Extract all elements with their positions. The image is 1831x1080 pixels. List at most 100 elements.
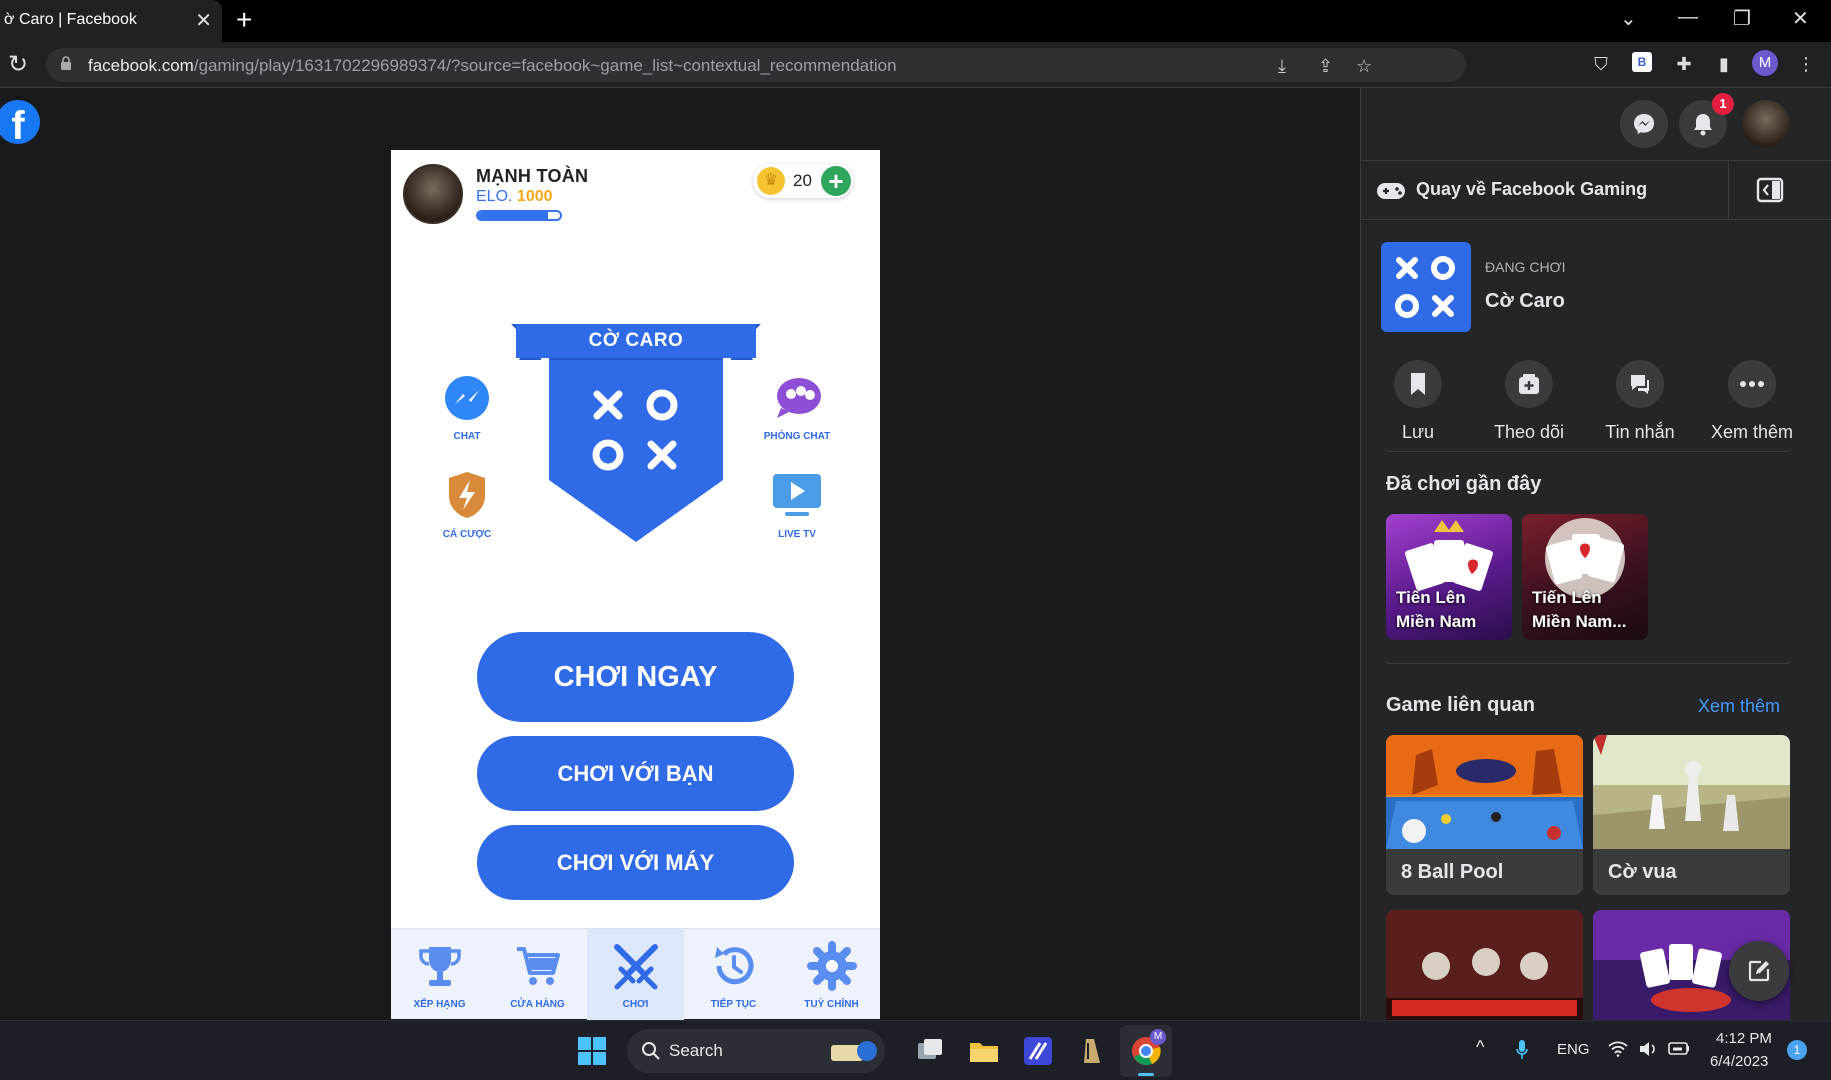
volume-icon[interactable] bbox=[1638, 1040, 1658, 1058]
install-icon[interactable]: ⤓ bbox=[1278, 56, 1286, 77]
omnibox[interactable]: facebook.com/gaming/play/163170229698937… bbox=[46, 48, 1466, 82]
vscode-like-icon[interactable] bbox=[1022, 1035, 1054, 1067]
chrome-profile-badge: M bbox=[1150, 1029, 1166, 1045]
collapse-panel-icon[interactable] bbox=[1756, 177, 1784, 203]
message-button[interactable]: Tin nhắn bbox=[1585, 360, 1695, 443]
browser-tab-bar: ờ Caro | Facebook ✕ + ⌄ — ❐ ✕ bbox=[0, 0, 1831, 42]
search-highlight-icon bbox=[831, 1041, 877, 1061]
add-coins-button[interactable]: + bbox=[821, 166, 851, 196]
recent-game-card[interactable]: Tiến Lên Miền Nam... bbox=[1522, 514, 1648, 640]
cart-icon bbox=[517, 947, 560, 985]
task-view-icon[interactable] bbox=[914, 1035, 946, 1067]
compose-icon bbox=[1748, 960, 1770, 982]
restore-icon[interactable]: ❐ bbox=[1733, 6, 1751, 31]
chat-button[interactable]: CHAT bbox=[427, 374, 507, 442]
nav-shop[interactable]: CỬA HÀNG bbox=[489, 929, 586, 1020]
related-game-card[interactable]: 8 Ball Pool bbox=[1386, 735, 1583, 895]
nav-label: XẾP HẠNG bbox=[413, 999, 466, 1010]
related-game-card[interactable]: Cờ vua bbox=[1593, 735, 1790, 895]
see-more-label: Xem thêm bbox=[1710, 422, 1794, 442]
gear-icon bbox=[807, 941, 857, 991]
elo-rating: ELO. 1000 bbox=[476, 188, 553, 205]
battery-icon[interactable] bbox=[1668, 1041, 1690, 1055]
menu-icon[interactable]: ⋮ bbox=[1794, 52, 1818, 76]
bookmark-icon bbox=[1411, 373, 1425, 395]
file-explorer-icon[interactable] bbox=[968, 1035, 1000, 1067]
account-avatar[interactable] bbox=[1742, 100, 1790, 148]
follow-button[interactable]: Theo dõi bbox=[1474, 360, 1584, 443]
tab-search-icon[interactable]: ⌄ bbox=[1620, 6, 1637, 31]
league-icon[interactable] bbox=[1076, 1035, 1108, 1067]
now-playing-title: Cờ Caro bbox=[1485, 290, 1565, 312]
share-icon[interactable]: ⇪ bbox=[1318, 56, 1333, 77]
messenger-button[interactable] bbox=[1620, 100, 1668, 148]
facebook-logo[interactable]: f bbox=[0, 100, 40, 144]
lightning-shield-icon bbox=[449, 472, 485, 518]
side-panel-icon[interactable]: ▮ bbox=[1712, 52, 1736, 76]
related-game-title: Cờ vua bbox=[1608, 861, 1677, 883]
gamepad-icon bbox=[1377, 183, 1405, 199]
notification-badge: 1 bbox=[1712, 93, 1734, 115]
divider bbox=[1386, 451, 1790, 452]
related-game-title: 8 Ball Pool bbox=[1401, 861, 1504, 883]
shield-extension-icon[interactable]: ⛉ bbox=[1589, 52, 1613, 76]
elo-progress-bar bbox=[476, 210, 562, 221]
back-label: Quay về Facebook Gaming bbox=[1416, 179, 1648, 199]
related-game-card[interactable] bbox=[1386, 910, 1583, 1020]
bell-icon bbox=[1694, 114, 1712, 136]
bookmark-star-icon[interactable]: ☆ bbox=[1356, 56, 1372, 77]
profile-avatar[interactable]: M bbox=[1752, 50, 1778, 76]
back-to-gaming-row[interactable]: Quay về Facebook Gaming bbox=[1360, 160, 1831, 220]
related-see-more-link[interactable]: Xem thêm bbox=[1698, 696, 1780, 717]
message-label: Tin nhắn bbox=[1605, 422, 1675, 442]
tab-close-icon[interactable]: ✕ bbox=[195, 8, 212, 33]
banner-ribbon: CỜ CARO bbox=[516, 324, 756, 358]
live-tv-button[interactable]: LIVE TV bbox=[757, 470, 837, 540]
nav-continue[interactable]: TIẾP TỤC bbox=[685, 929, 782, 1020]
browser-tab[interactable]: ờ Caro | Facebook ✕ bbox=[0, 0, 222, 42]
save-button[interactable]: Lưu bbox=[1363, 360, 1473, 443]
save-label: Lưu bbox=[1401, 422, 1435, 442]
url-text[interactable]: facebook.com/gaming/play/163170229698937… bbox=[88, 56, 897, 76]
see-more-button[interactable]: Xem thêm bbox=[1697, 360, 1807, 443]
live-tv-label: LIVE TV bbox=[778, 529, 816, 540]
close-window-icon[interactable]: ✕ bbox=[1792, 6, 1809, 31]
game-thumbnail[interactable] bbox=[1381, 242, 1471, 332]
tv-play-icon bbox=[773, 474, 821, 516]
compose-button[interactable] bbox=[1729, 941, 1789, 1001]
betting-button[interactable]: CÁ CƯỢC bbox=[427, 470, 507, 540]
minimize-icon[interactable]: — bbox=[1678, 6, 1698, 29]
nav-play[interactable]: CHƠI bbox=[587, 929, 684, 1020]
play-now-button[interactable]: CHƠI NGAY bbox=[477, 632, 794, 722]
new-tab-button[interactable]: + bbox=[236, 4, 252, 36]
tray-chevron-icon[interactable]: ^ bbox=[1476, 1037, 1484, 1058]
windows-taskbar: Search M ^ ENG 4:12 PM 6/4/2023 bbox=[0, 1020, 1831, 1080]
play-with-bot-button[interactable]: CHƠI VỚI MÁY bbox=[477, 825, 794, 900]
lock-icon[interactable] bbox=[60, 56, 72, 71]
extensions-icon[interactable]: ✚ bbox=[1672, 52, 1696, 76]
windows-start-icon[interactable] bbox=[576, 1035, 608, 1067]
nav-settings[interactable]: TUỲ CHỈNH bbox=[783, 929, 880, 1020]
coin-count: 20 bbox=[793, 171, 812, 190]
clock-time[interactable]: 4:12 PM bbox=[1716, 1030, 1772, 1047]
microphone-icon[interactable] bbox=[1515, 1039, 1529, 1061]
chat-bubble-icon bbox=[1631, 375, 1649, 394]
avatar[interactable] bbox=[403, 164, 463, 224]
clock-date[interactable]: 6/4/2023 bbox=[1710, 1053, 1768, 1070]
b-extension-icon[interactable]: B bbox=[1632, 52, 1652, 72]
chrome-taskbar-button[interactable]: M bbox=[1120, 1025, 1172, 1077]
chat-label: CHAT bbox=[453, 431, 481, 442]
chat-room-button[interactable]: PHÒNG CHAT bbox=[757, 374, 837, 442]
taskbar-search[interactable]: Search bbox=[627, 1029, 885, 1073]
taskbar-notification-badge[interactable]: 1 bbox=[1787, 1040, 1807, 1060]
wifi-icon[interactable] bbox=[1608, 1041, 1628, 1057]
active-indicator bbox=[1138, 1073, 1154, 1076]
nav-leaderboard[interactable]: XẾP HẠNG bbox=[391, 929, 488, 1020]
chess-game-art bbox=[1593, 735, 1790, 849]
play-with-friend-button[interactable]: CHƠI VỚI BẠN bbox=[477, 736, 794, 811]
trophy-icon bbox=[419, 947, 461, 986]
chat-room-icon bbox=[777, 378, 821, 418]
reload-icon[interactable]: ↻ bbox=[8, 50, 28, 79]
recent-game-card[interactable]: Tiến Lên Miền Nam bbox=[1386, 514, 1512, 640]
language-indicator[interactable]: ENG bbox=[1557, 1041, 1590, 1058]
